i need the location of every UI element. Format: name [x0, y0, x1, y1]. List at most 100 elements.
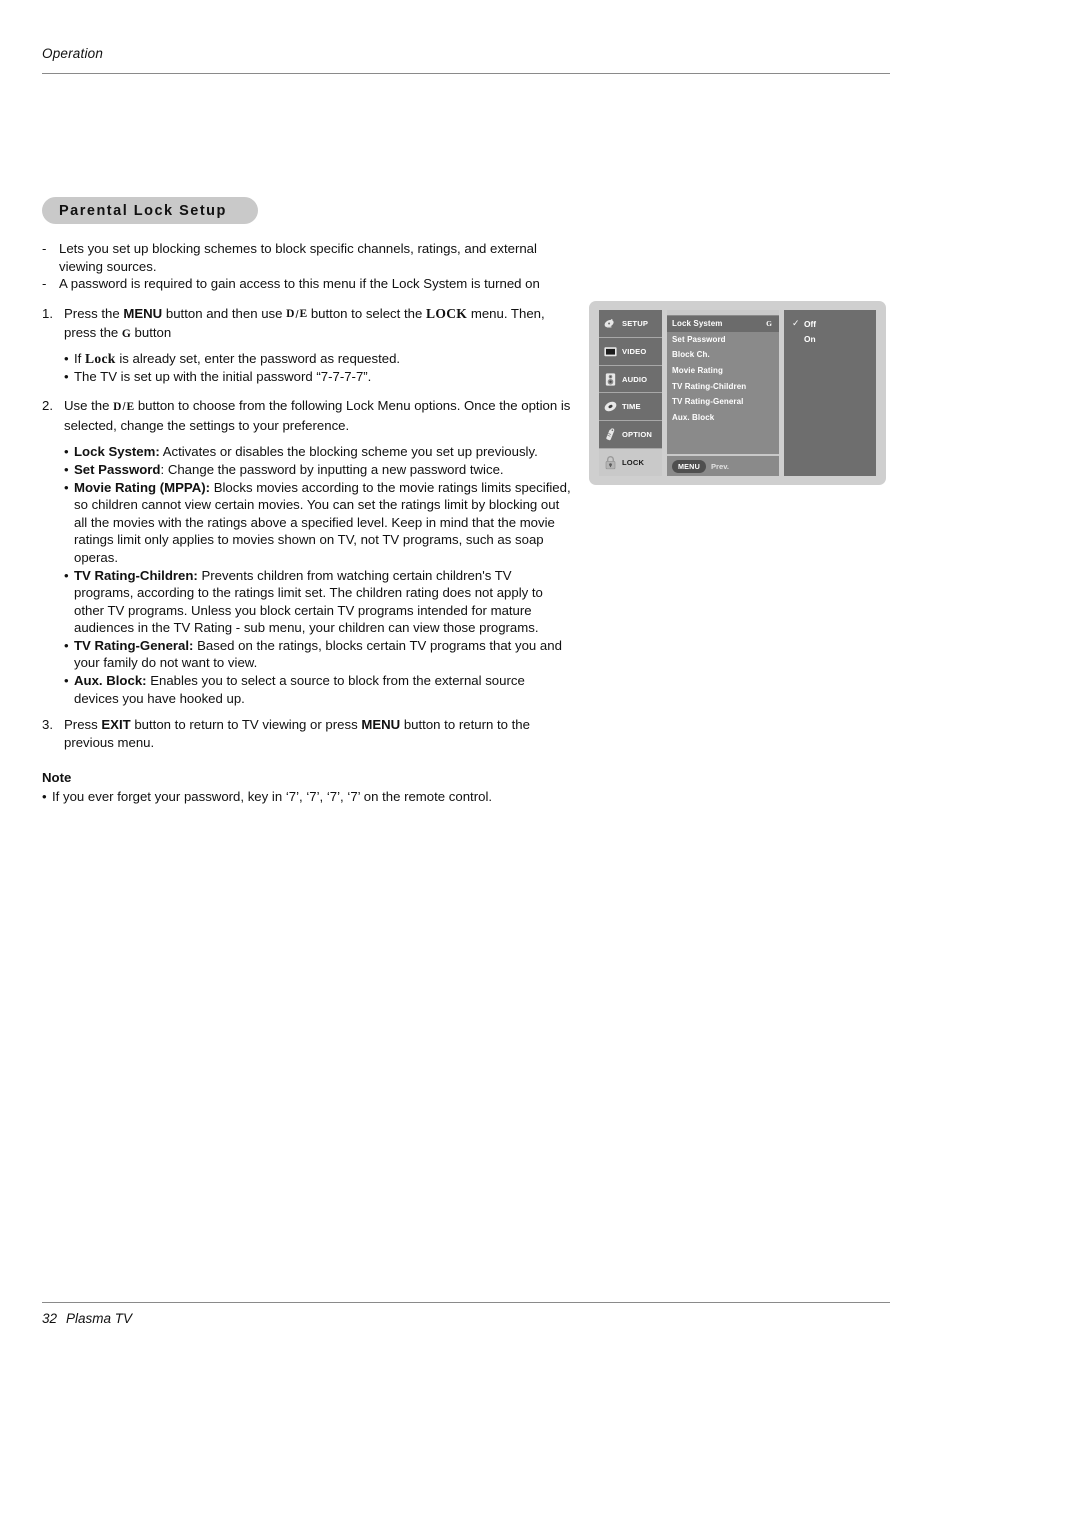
satellite-dish-icon	[603, 316, 618, 331]
note-text: If you ever forget your password, key in…	[52, 789, 493, 805]
step-2: 2. Use the D/E button to choose from the…	[42, 397, 572, 434]
option-term: Aux. Block:	[74, 673, 147, 689]
intro-item: - Lets you set up blocking schemes to bl…	[42, 240, 572, 275]
osd-row-movie-rating[interactable]: Movie Rating	[667, 363, 779, 379]
osd-menu-illustration: SETUP VIDEO AUDIO TIME OPTION LOCK Lock …	[589, 301, 886, 485]
step-3: 3. Press EXIT button to return to TV vie…	[42, 716, 572, 751]
list-item-text: The TV is set up with the initial passwo…	[74, 368, 372, 384]
step-1-part1: Press the	[64, 305, 124, 321]
osd-category-option[interactable]: OPTION	[599, 421, 662, 450]
menu-key-label: MENU	[361, 717, 401, 733]
speaker-icon	[603, 372, 618, 387]
dash-marker: -	[42, 241, 47, 256]
osd-category-time[interactable]: TIME	[599, 393, 662, 422]
osd-category-lock[interactable]: LOCK	[599, 449, 662, 476]
osd-lock-submenu: Lock System G Set Password Block Ch. Mov…	[667, 310, 779, 476]
osd-row-lock-system[interactable]: Lock System G	[667, 316, 779, 332]
osd-option-on[interactable]: On	[792, 332, 876, 348]
option-desc: : Change the password by inputting a new…	[160, 461, 504, 477]
step-3-part1: Press	[64, 717, 102, 733]
key-separator: /	[122, 401, 126, 414]
page-footer: 32 Plasma TV	[42, 1311, 132, 1326]
step-number: 3.	[42, 717, 53, 733]
exit-key-label: EXIT	[101, 717, 131, 733]
option-term: TV Rating-General:	[74, 637, 194, 653]
osd-row-aux-block[interactable]: Aux. Block	[667, 410, 779, 426]
osd-row-block-ch[interactable]: Block Ch.	[667, 347, 779, 363]
bullet-marker: •	[64, 444, 69, 460]
bullet-marker: •	[64, 368, 69, 384]
osd-row-label: Block Ch.	[672, 350, 710, 360]
osd-row-label: Lock System	[672, 319, 723, 329]
step-2-part1: Use the	[64, 398, 114, 414]
list-item: • TV Rating-Children: Prevents children …	[64, 567, 572, 637]
osd-row-label: TV Rating-Children	[672, 381, 747, 391]
osd-row-label: Set Password	[672, 334, 726, 344]
osd-row-label: TV Rating-General	[672, 397, 744, 407]
osd-category-video[interactable]: VIDEO	[599, 338, 662, 366]
down-arrow-key-icon: E	[126, 400, 135, 413]
step-1-part5: button	[130, 325, 172, 341]
osd-row-tv-rating-general[interactable]: TV Rating-General	[667, 394, 779, 410]
running-header: Operation	[42, 46, 104, 61]
osd-category-label: LOCK	[622, 458, 645, 468]
osd-row-label: Aux. Block	[672, 412, 715, 422]
list-item-text: TV Rating-General: Based on the ratings,…	[74, 637, 572, 672]
list-item-text: Lock System: Activates or disables the b…	[74, 443, 572, 461]
osd-row-tv-rating-children[interactable]: TV Rating-Children	[667, 378, 779, 394]
osd-submenu-rows: Lock System G Set Password Block Ch. Mov…	[667, 315, 779, 454]
bullet-marker: •	[64, 461, 69, 477]
padlock-icon	[603, 455, 618, 470]
down-arrow-key-icon: E	[299, 308, 308, 321]
step-1-text: Press the MENU button and then use D/E b…	[64, 305, 572, 344]
osd-category-column: SETUP VIDEO AUDIO TIME OPTION LOCK	[599, 310, 662, 476]
osd-category-label: SETUP	[622, 318, 649, 328]
footer-divider	[42, 1302, 890, 1303]
intro-text: Lets you set up blocking schemes to bloc…	[59, 241, 537, 274]
menu-key-label: MENU	[123, 305, 163, 321]
step-2-part2: button to choose from the following Lock…	[64, 398, 571, 433]
list-item-text: TV Rating-Children: Prevents children fr…	[74, 567, 572, 637]
option-term: Set Password	[74, 461, 161, 477]
list-item: • Set Password: Change the password by i…	[64, 461, 572, 479]
osd-menu-key-badge[interactable]: MENU	[672, 459, 706, 473]
bullet-marker: •	[64, 637, 69, 653]
list-item: • Movie Rating (MPPA): Blocks movies acc…	[64, 479, 572, 567]
lock-menu-options: • Lock System: Activates or disables the…	[64, 443, 572, 707]
key-separator: /	[295, 308, 299, 321]
osd-category-audio[interactable]: AUDIO	[599, 366, 662, 394]
osd-row-label: Movie Rating	[672, 366, 723, 376]
ok-arrow-key-icon: G	[121, 327, 131, 340]
intro-text: A password is required to gain access to…	[59, 276, 540, 292]
list-item-text: Movie Rating (MPPA): Blocks movies accor…	[74, 479, 572, 567]
step-1-part2: button and then use	[162, 305, 287, 321]
list-item-text: If Lock is already set, enter the passwo…	[74, 350, 572, 368]
up-arrow-key-icon: D	[113, 400, 122, 413]
remote-control-icon	[603, 427, 618, 442]
osd-category-label: AUDIO	[622, 374, 648, 384]
bullet-marker: •	[42, 789, 47, 805]
bullet-marker: •	[64, 673, 69, 689]
step-3-text: Press EXIT button to return to TV viewin…	[64, 716, 572, 751]
osd-value-panel: ✓ Off On	[784, 310, 876, 476]
list-item: • Lock System: Activates or disables the…	[64, 443, 572, 461]
bullet-marker: •	[64, 350, 69, 366]
option-term: Movie Rating (MPPA):	[74, 479, 211, 495]
osd-row-set-password[interactable]: Set Password	[667, 332, 779, 348]
option-term: TV Rating-Children:	[74, 567, 198, 583]
step-2-text: Use the D/E button to choose from the fo…	[64, 397, 572, 434]
bullet-1-pre: If	[74, 350, 85, 366]
bullet-1-post: is already set, enter the password as re…	[115, 350, 401, 366]
step-1: 1. Press the MENU button and then use D/…	[42, 305, 572, 344]
list-item: • TV Rating-General: Based on the rating…	[64, 637, 572, 672]
option-desc: Activates or disables the blocking schem…	[159, 444, 538, 460]
osd-category-setup[interactable]: SETUP	[599, 310, 662, 338]
document-page: Operation Parental Lock Setup - Lets you…	[0, 0, 1080, 1528]
step-number: 2.	[42, 398, 53, 414]
list-item: • Aux. Block: Enables you to select a so…	[64, 672, 572, 707]
osd-option-off[interactable]: ✓ Off	[792, 316, 876, 332]
option-term: Lock System:	[74, 444, 160, 460]
